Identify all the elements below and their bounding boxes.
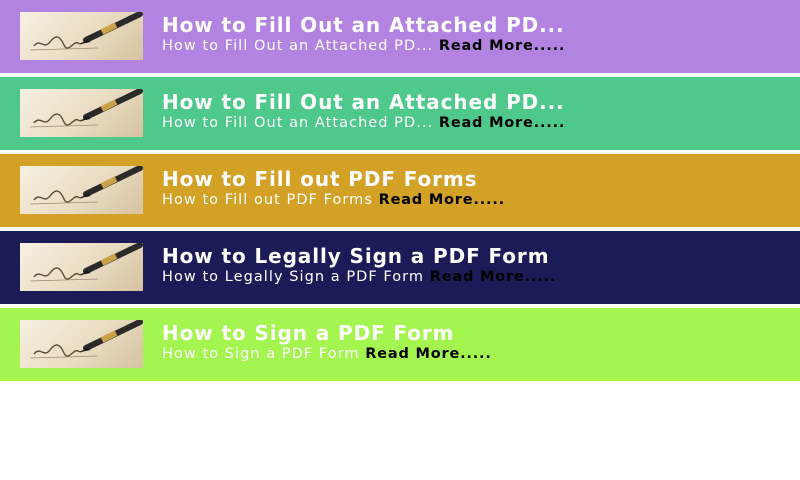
pen-signing-icon <box>20 243 143 291</box>
article-card[interactable]: How to Sign a PDF Form How to Sign a PDF… <box>0 308 800 381</box>
read-more-link[interactable]: Read More..... <box>439 38 565 54</box>
pen-signing-icon <box>20 320 143 368</box>
article-excerpt: How to Sign a PDF Form Read More..... <box>162 344 792 364</box>
article-title[interactable]: How to Fill out PDF Forms <box>162 167 792 191</box>
pen-signing-icon <box>20 12 143 60</box>
article-card[interactable]: How to Fill out PDF Forms How to Fill ou… <box>0 154 800 227</box>
article-excerpt: How to Legally Sign a PDF Form Read More… <box>162 267 792 287</box>
pen-signing-icon <box>20 89 143 137</box>
article-excerpt: How to Fill Out an Attached PD... Read M… <box>162 36 792 56</box>
article-excerpt: How to Fill Out an Attached PD... Read M… <box>162 113 792 133</box>
article-title[interactable]: How to Fill Out an Attached PD... <box>162 90 792 114</box>
article-card[interactable]: How to Fill Out an Attached PD... How to… <box>0 0 800 73</box>
article-title[interactable]: How to Sign a PDF Form <box>162 321 792 345</box>
excerpt-text: How to Legally Sign a PDF Form <box>162 269 425 285</box>
article-card[interactable]: How to Legally Sign a PDF Form How to Le… <box>0 231 800 304</box>
article-title[interactable]: How to Legally Sign a PDF Form <box>162 244 792 268</box>
excerpt-text: How to Fill Out an Attached PD... <box>162 115 434 131</box>
excerpt-text: How to Fill Out an Attached PD... <box>162 38 434 54</box>
read-more-link[interactable]: Read More..... <box>365 346 491 362</box>
excerpt-text: How to Sign a PDF Form <box>162 346 360 362</box>
excerpt-text: How to Fill out PDF Forms <box>162 192 373 208</box>
read-more-link[interactable]: Read More..... <box>439 115 565 131</box>
pen-signing-icon <box>20 166 143 214</box>
read-more-link[interactable]: Read More..... <box>430 269 556 285</box>
read-more-link[interactable]: Read More..... <box>379 192 505 208</box>
article-card[interactable]: How to Fill Out an Attached PD... How to… <box>0 77 800 150</box>
article-title[interactable]: How to Fill Out an Attached PD... <box>162 13 792 37</box>
article-excerpt: How to Fill out PDF Forms Read More..... <box>162 190 792 210</box>
